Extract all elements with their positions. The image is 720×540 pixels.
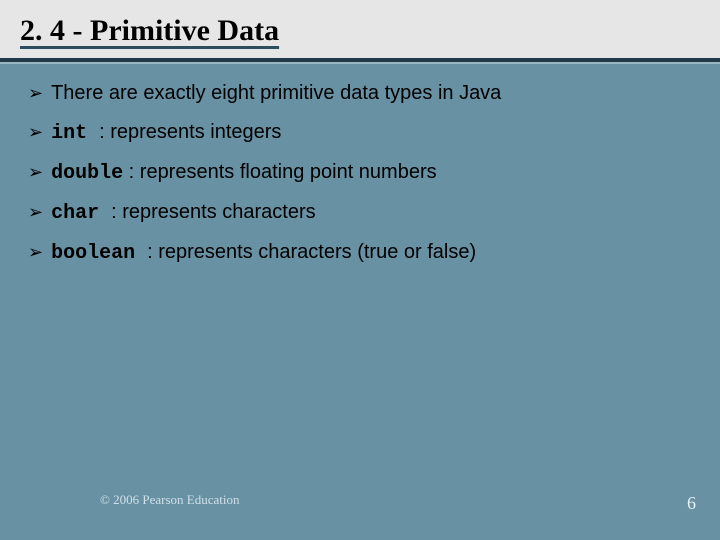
bullet-desc: : represents characters (111, 201, 316, 223)
copyright-text: © 2006 Pearson Education (100, 492, 240, 508)
list-item: ➢ int : represents integers (28, 121, 692, 145)
bullet-text: double : represents floating point numbe… (51, 161, 437, 185)
list-item: ➢ boolean : represents characters (true … (28, 241, 692, 265)
bullet-text: boolean : represents characters (true or… (51, 241, 476, 265)
bullet-code: char (51, 202, 111, 225)
bullet-text: There are exactly eight primitive data t… (51, 82, 501, 105)
bullet-code: int (51, 122, 99, 145)
bullet-desc: : represents floating point numbers (123, 161, 437, 183)
bullet-code: double (51, 162, 123, 185)
chevron-right-icon: ➢ (28, 84, 43, 102)
slide-title: 2. 4 - Primitive Data (20, 14, 700, 48)
bullet-code: boolean (51, 242, 147, 265)
bullet-desc: : represents characters (true or false) (147, 241, 476, 263)
header-band: 2. 4 - Primitive Data (0, 0, 720, 58)
chevron-right-icon: ➢ (28, 163, 43, 181)
list-item: ➢ double : represents floating point num… (28, 161, 692, 185)
chevron-right-icon: ➢ (28, 203, 43, 221)
bullet-text: int : represents integers (51, 121, 281, 145)
content-area: ➢ There are exactly eight primitive data… (0, 64, 720, 265)
bullet-text: char : represents characters (51, 201, 316, 225)
list-item: ➢ char : represents characters (28, 201, 692, 225)
page-number: 6 (687, 493, 696, 514)
chevron-right-icon: ➢ (28, 123, 43, 141)
bullet-desc: : represents integers (99, 121, 281, 143)
bullet-desc: There are exactly eight primitive data t… (51, 82, 501, 104)
chevron-right-icon: ➢ (28, 243, 43, 261)
list-item: ➢ There are exactly eight primitive data… (28, 82, 692, 105)
